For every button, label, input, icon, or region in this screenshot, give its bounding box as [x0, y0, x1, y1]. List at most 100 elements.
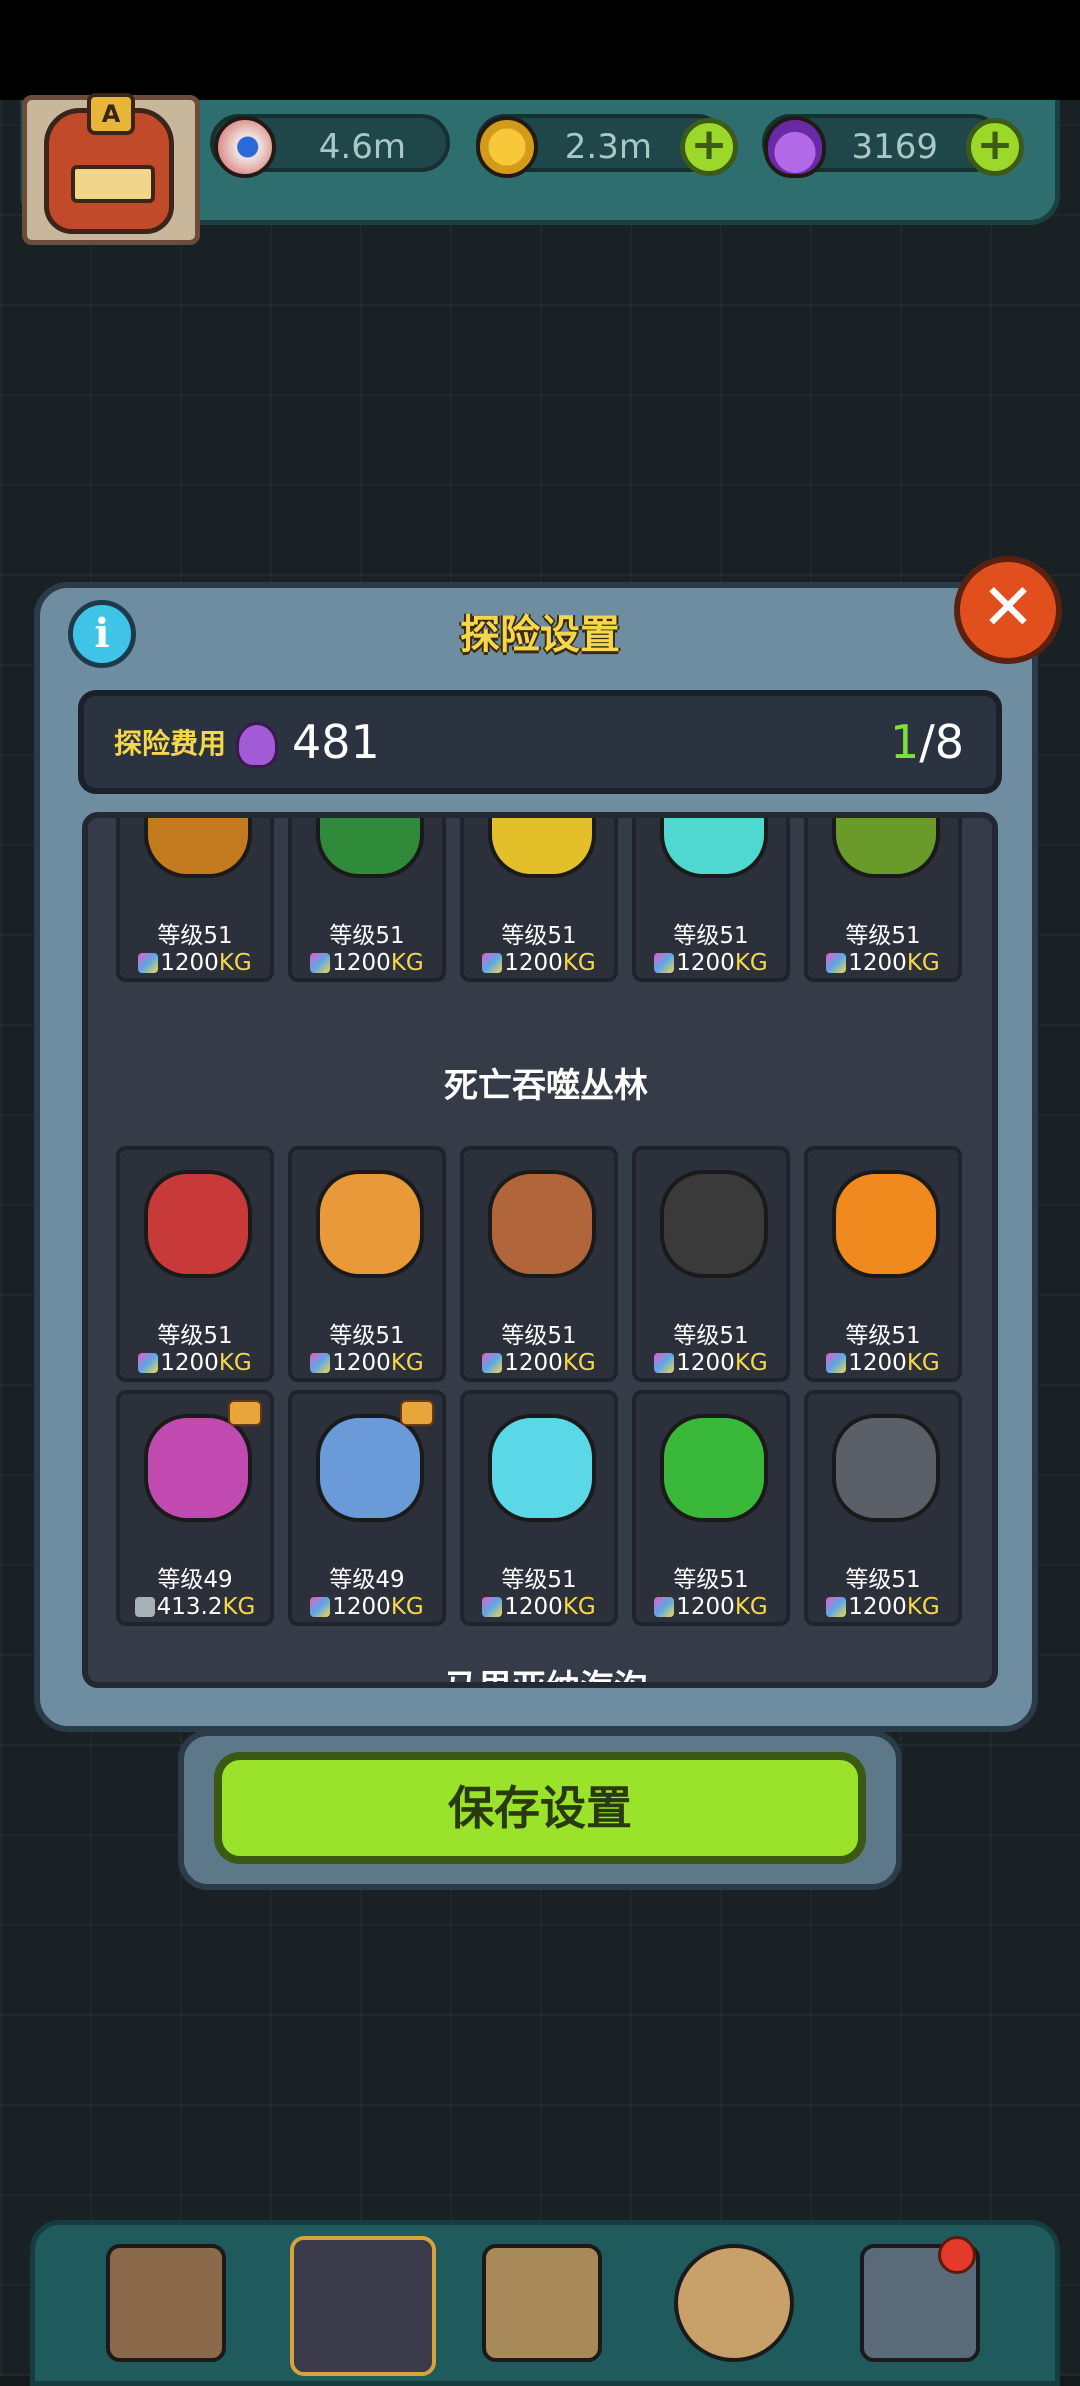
monster-level: 等级51 [501, 923, 577, 949]
monster-weight: 1200KG [120, 950, 270, 976]
eyeball-icon [214, 116, 276, 178]
section-title-jungle: 死亡吞噬丛林 [444, 1066, 648, 1106]
add-coins-button[interactable]: + [680, 118, 738, 176]
cost-label: 探险费用 [114, 727, 227, 760]
weight-unit: KG [222, 1594, 256, 1620]
monster-icon [832, 1414, 940, 1522]
monster-icon [144, 1414, 252, 1522]
monster-level: 等级51 [845, 1567, 921, 1593]
monster-card[interactable]: 等级51 1200KG [460, 1146, 618, 1382]
monster-list[interactable]: 等级51 1200KG 等级51 1200KG 等级51 1200KG 等级51… [82, 812, 998, 1688]
weight-bag-icon [654, 953, 675, 973]
monster-level: 等级51 [673, 1567, 749, 1593]
status-bar [0, 0, 1080, 100]
monster-icon [832, 818, 940, 878]
monster-icon [832, 1170, 940, 1278]
selected-count: 1 [889, 715, 920, 769]
weight-value: 1200 [848, 1594, 907, 1620]
monster-card[interactable]: 等级51 1200KG [116, 818, 274, 982]
monster-icon [488, 1170, 596, 1278]
weight-unit: KG [390, 1350, 424, 1376]
monster-level: 等级51 [329, 923, 405, 949]
monster-card[interactable]: 等级51 1200KG [460, 818, 618, 982]
weight-unit: KG [218, 950, 252, 976]
save-settings-button[interactable]: 保存设置 [214, 1752, 866, 1864]
monster-icon [316, 1170, 424, 1278]
info-button[interactable]: i [68, 600, 136, 668]
monster-icon [488, 818, 596, 878]
max-count: /8 [919, 715, 964, 769]
monster-card[interactable]: 等级51 1200KG [804, 1390, 962, 1626]
weight-unit: KG [906, 1350, 940, 1376]
weight-unit: KG [562, 1594, 596, 1620]
monster-card[interactable]: 等级51 1200KG [632, 1390, 790, 1626]
potion-icon [236, 722, 278, 768]
weight-bag-icon [482, 1353, 503, 1373]
monster-weight: 1200KG [464, 1594, 614, 1620]
weight-unit: KG [906, 1594, 940, 1620]
player-avatar-icon[interactable]: A [44, 93, 174, 234]
dialog-title: 探险设置 [460, 612, 620, 658]
monster-card[interactable]: 等级51 1200KG [804, 818, 962, 982]
weight-value: 413.2 [156, 1594, 223, 1620]
shop-nav-icon[interactable] [106, 2244, 226, 2362]
monster-card[interactable]: 等级51 1200KG [288, 818, 446, 982]
close-button[interactable]: ✕ [954, 556, 1062, 664]
weight-value: 1200 [332, 1594, 391, 1620]
monster-icon [488, 1414, 596, 1522]
monster-level: 等级51 [845, 1323, 921, 1349]
selection-count: 1/8 [890, 712, 964, 772]
monster-icon [660, 1170, 768, 1278]
monster-card[interactable]: 等级51 1200KG [288, 1146, 446, 1382]
money-bag-nav-icon[interactable] [674, 2244, 794, 2362]
weight-bag-icon [826, 953, 847, 973]
monster-level: 等级51 [157, 923, 233, 949]
weight-bag-icon [654, 1597, 675, 1617]
new-badge-icon [228, 1400, 262, 1426]
weight-unit: KG [734, 950, 768, 976]
weight-value: 1200 [504, 950, 563, 976]
monster-weight: 1200KG [808, 1350, 958, 1376]
monster-level: 等级51 [329, 1323, 405, 1349]
monster-icon [316, 1414, 424, 1522]
monster-level: 等级51 [501, 1323, 577, 1349]
monster-level: 等级51 [673, 1323, 749, 1349]
weight-bag-icon [654, 1353, 675, 1373]
monster-icon [660, 818, 768, 878]
weight-value: 1200 [504, 1594, 563, 1620]
weight-bag-icon [310, 1353, 331, 1373]
monster-icon [660, 1414, 768, 1522]
monster-level: 等级49 [157, 1567, 233, 1593]
monster-card[interactable]: 等级49 1200KG [288, 1390, 446, 1626]
monster-card[interactable]: 等级51 1200KG [460, 1390, 618, 1626]
monster-weight: 1200KG [636, 1350, 786, 1376]
notification-dot [938, 2236, 976, 2274]
monster-level: 等级51 [845, 923, 921, 949]
weight-bag-icon [310, 953, 331, 973]
cost-value: 481 [292, 715, 380, 769]
weight-bag-icon [134, 1597, 155, 1617]
weight-unit: KG [218, 1350, 252, 1376]
monster-weight: 1200KG [292, 1594, 442, 1620]
monster-weight: 1200KG [808, 950, 958, 976]
avatar-mouth [71, 165, 155, 203]
weight-bag-icon [310, 1597, 331, 1617]
monster-weight: 1200KG [636, 1594, 786, 1620]
monster-card[interactable]: 等级51 1200KG [632, 1146, 790, 1382]
add-potions-button[interactable]: + [966, 118, 1024, 176]
weight-bag-icon [482, 953, 503, 973]
monster-icon [144, 1170, 252, 1278]
monster-card[interactable]: 等级51 1200KG [632, 818, 790, 982]
monster-weight: 1200KG [292, 1350, 442, 1376]
weight-value: 1200 [848, 1350, 907, 1376]
monster-card[interactable]: 等级51 1200KG [804, 1146, 962, 1382]
weight-value: 1200 [160, 950, 219, 976]
expedition-nav-icon[interactable] [290, 2236, 436, 2376]
weight-bag-icon [826, 1353, 847, 1373]
monster-icon [144, 818, 252, 878]
book-nav-icon[interactable] [482, 2244, 602, 2362]
monster-level: 等级51 [673, 923, 749, 949]
monster-card[interactable]: 等级49 413.2KG [116, 1390, 274, 1626]
coin-icon [476, 116, 538, 178]
monster-card[interactable]: 等级51 1200KG [116, 1146, 274, 1382]
